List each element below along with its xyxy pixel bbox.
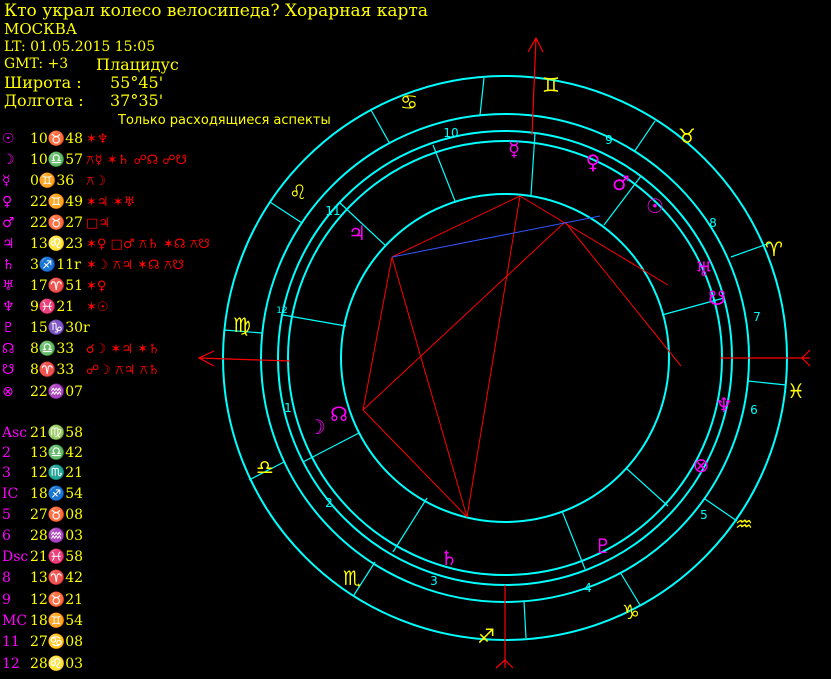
horary-wheel: ♊ ♉ ♈ ♓ ♒ ♑ ♐ ♏ ♎ ♍ ♌ ♋ 10 9 8 7 6 5 4 3… — [197, 36, 811, 669]
aspect-line — [362, 221, 566, 411]
capricorn-icon: ♑ — [622, 600, 640, 624]
south-node-icon: ☋ — [708, 286, 726, 310]
sagittarius-icon: ♐ — [477, 624, 495, 648]
virgo-icon: ♍ — [233, 313, 251, 337]
jupiter-icon: ♃ — [348, 221, 366, 245]
cancer-icon: ♋ — [400, 90, 418, 114]
house-number: 11 — [325, 204, 340, 218]
house-number: 5 — [700, 508, 708, 522]
gemini-icon: ♊ — [542, 73, 560, 97]
sign-divider — [747, 380, 787, 386]
house-number: 6 — [750, 403, 758, 417]
aspect-lines — [362, 195, 682, 518]
house-cusp — [282, 314, 347, 327]
house-number: 2 — [325, 496, 333, 510]
scorpio-icon: ♏ — [343, 566, 361, 590]
house-number: 3 — [430, 574, 438, 588]
aspect-line-square — [391, 215, 601, 258]
mc-axis — [531, 37, 537, 136]
mars-icon: ♂ — [612, 171, 630, 195]
house-number: 12 — [276, 306, 287, 316]
moon-icon: ☽ — [308, 415, 326, 439]
house-cusp — [432, 144, 456, 202]
north-node-icon: ☊ — [330, 402, 348, 426]
aspect-line — [466, 195, 521, 518]
wheel-circles — [222, 75, 788, 641]
venus-icon: ♀ — [586, 150, 601, 174]
leo-icon: ♌ — [289, 180, 307, 204]
taurus-icon: ♉ — [678, 124, 696, 148]
sign-divider — [370, 109, 391, 145]
house-cusp — [561, 510, 586, 570]
house-number: 1 — [284, 401, 292, 415]
house-cusp — [625, 467, 669, 507]
uranus-icon: ♅ — [695, 257, 713, 281]
neptune-icon: ♆ — [715, 393, 733, 417]
sun-icon: ☉ — [646, 194, 664, 218]
chart-axes — [197, 36, 811, 669]
house-cusp — [392, 497, 428, 553]
house-number: 4 — [584, 581, 592, 595]
saturn-icon: ♄ — [440, 546, 458, 570]
zodiac-inner-ring — [260, 113, 750, 603]
outer-ring — [222, 75, 788, 641]
sign-dividers — [223, 77, 787, 639]
pisces-icon: ♓ — [787, 379, 805, 403]
house-number: 10 — [443, 126, 458, 140]
house-number: 9 — [605, 133, 613, 147]
aspect-line — [391, 195, 521, 258]
house-number: 8 — [709, 216, 717, 230]
sign-divider — [523, 600, 527, 639]
sign-divider — [479, 77, 485, 116]
aspect-circle — [340, 193, 670, 523]
aries-icon: ♈ — [765, 237, 783, 261]
asc-axis — [198, 357, 291, 362]
mercury-icon: ☿ — [508, 137, 520, 161]
house-number: 7 — [753, 310, 761, 324]
sign-divider — [269, 201, 303, 224]
libra-icon: ♎ — [256, 455, 274, 479]
sign-divider — [633, 120, 656, 153]
sign-divider — [704, 498, 738, 522]
pluto-icon: ♇ — [594, 534, 612, 558]
part-of-fortune-icon: ⊗ — [693, 453, 710, 477]
aquarius-icon: ♒ — [735, 512, 753, 536]
